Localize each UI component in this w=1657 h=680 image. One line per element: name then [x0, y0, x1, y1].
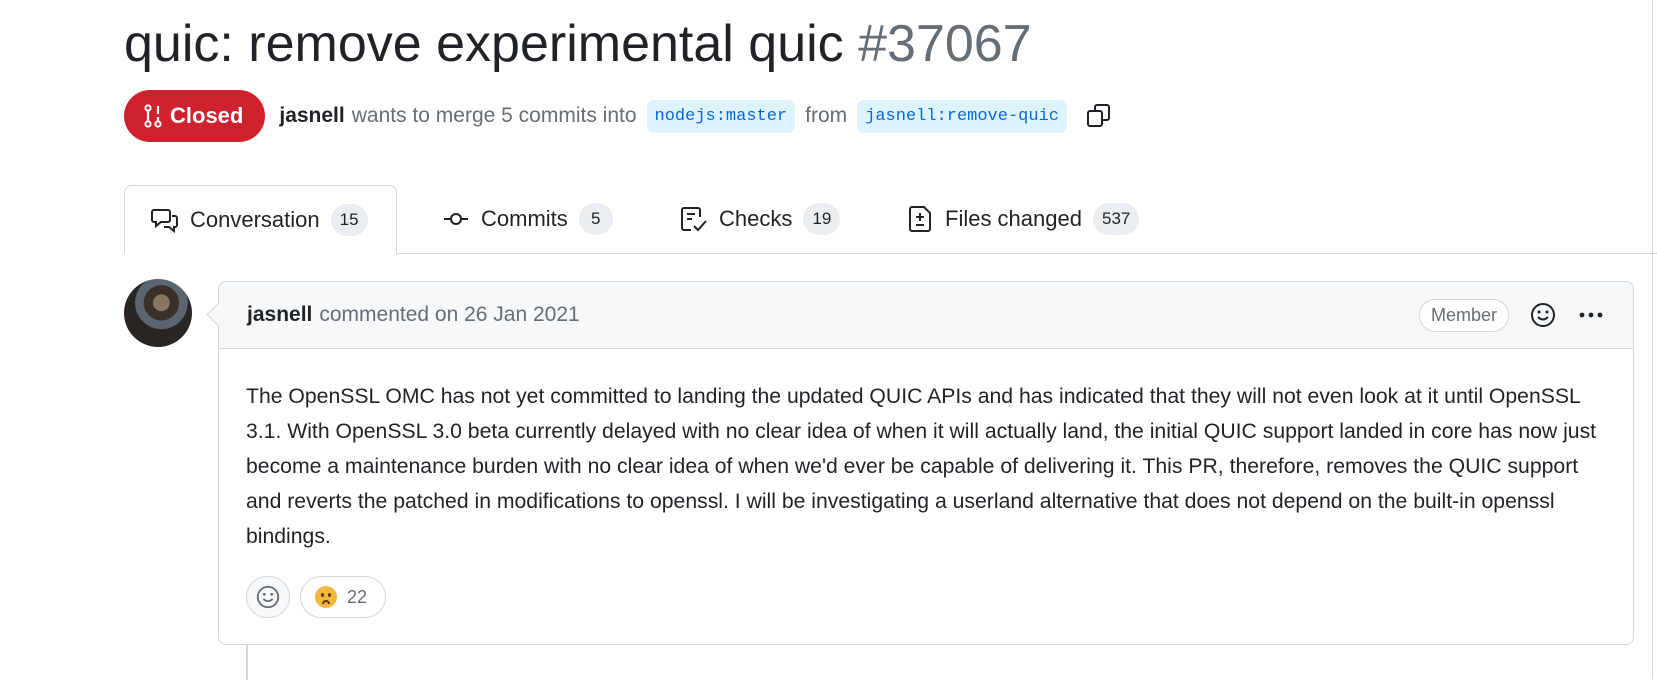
add-reaction-button[interactable]	[246, 576, 290, 618]
merge-description: jasnell wants to merge 5 commits into no…	[279, 99, 1113, 133]
confused-reaction-button[interactable]: 22	[300, 576, 387, 618]
tab-checks-label: Checks	[719, 206, 793, 231]
merge-text: wants to merge 5 commits into	[351, 104, 637, 127]
role-badge: Member	[1418, 298, 1509, 332]
base-branch[interactable]: nodejs:master	[646, 99, 796, 133]
smiley-icon	[256, 585, 280, 609]
from-text: from	[805, 104, 848, 127]
kebab-horizontal-icon[interactable]	[1577, 301, 1605, 329]
comment-timestamp[interactable]: commented on 26 Jan 2021	[319, 303, 579, 327]
avatar[interactable]	[124, 279, 192, 347]
timeline-line	[246, 640, 248, 680]
pr-author-link[interactable]: jasnell	[279, 104, 344, 128]
reactions-bar: 22	[246, 576, 387, 618]
tab-files-changed-count: 537	[1092, 203, 1140, 235]
git-pull-request-closed-icon	[144, 104, 162, 128]
pr-title: quic: remove experimental quic #37067	[124, 10, 1032, 78]
pr-meta: Closed jasnell wants to merge 5 commits …	[124, 90, 1113, 142]
add-reaction-icon[interactable]	[1529, 301, 1557, 329]
tab-checks-count: 19	[803, 203, 841, 235]
window-edge	[1652, 0, 1657, 679]
confused-face-icon	[315, 586, 337, 608]
checklist-icon	[681, 207, 707, 232]
tab-files-changed[interactable]: Files changed 537	[908, 185, 1140, 253]
tab-commits-label: Commits	[481, 206, 568, 231]
pr-tabs: Conversation 15 Commits 5 Checks 19 File…	[124, 185, 1657, 254]
tab-conversation[interactable]: Conversation 15	[124, 185, 397, 254]
comment-header: jasnell commented on 26 Jan 2021 Member	[219, 282, 1633, 349]
comment-body: The OpenSSL OMC has not yet committed to…	[246, 385, 1597, 548]
tab-conversation-label: Conversation	[190, 206, 320, 232]
commit-icon	[444, 213, 468, 225]
comment-header-actions: Member	[1418, 298, 1605, 332]
copy-icon[interactable]	[1085, 102, 1113, 130]
tab-conversation-count: 15	[330, 203, 368, 236]
pr-number: #37067	[858, 15, 1032, 73]
comment-discussion-icon	[151, 208, 178, 233]
comment-author-link[interactable]: jasnell	[247, 303, 312, 327]
pr-title-text: quic: remove experimental quic	[124, 15, 844, 73]
tab-commits[interactable]: Commits 5	[442, 185, 613, 253]
head-branch[interactable]: jasnell:remove-quic	[857, 99, 1067, 133]
comment-box: jasnell commented on 26 Jan 2021 Member	[218, 281, 1634, 645]
file-diff-icon	[909, 206, 931, 232]
reaction-count: 22	[347, 586, 368, 607]
state-badge: Closed	[124, 90, 266, 142]
tab-checks[interactable]: Checks 19	[680, 185, 841, 253]
state-label: Closed	[170, 103, 244, 128]
tab-files-changed-label: Files changed	[945, 206, 1082, 231]
tab-commits-count: 5	[578, 203, 613, 235]
